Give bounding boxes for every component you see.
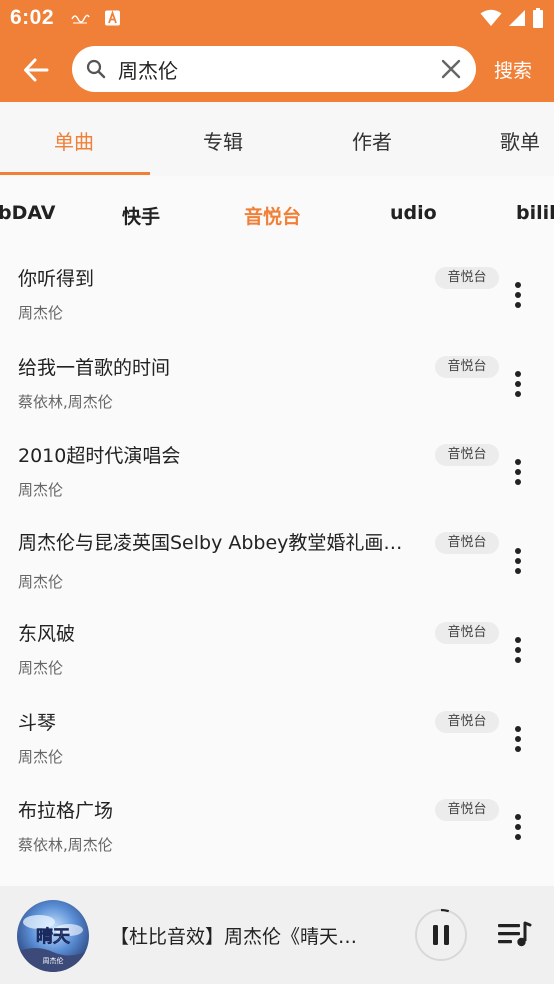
song-title: 你听得到 bbox=[18, 268, 95, 290]
song-row[interactable]: 斗琴 周杰伦 音悦台 bbox=[0, 696, 554, 784]
song-artist: 周杰伦 bbox=[18, 748, 64, 766]
song-artist: 蔡依林,周杰伦 bbox=[18, 836, 113, 854]
app-window: 6:02 周杰伦 搜索 单曲 专辑 作者 歌单 bDAV 快手 音悦台 udio… bbox=[0, 0, 554, 984]
playlist-icon[interactable] bbox=[496, 919, 532, 951]
album-art-title: 晴天 bbox=[36, 927, 71, 947]
pause-button[interactable] bbox=[414, 908, 468, 962]
source-tab-webdav[interactable]: bDAV bbox=[0, 202, 56, 224]
status-time: 6:02 bbox=[10, 6, 55, 29]
search-button[interactable]: 搜索 bbox=[494, 56, 532, 83]
playback-progress-ring bbox=[440, 908, 450, 913]
source-badge: 音悦台 bbox=[435, 267, 499, 289]
song-title: 东风破 bbox=[18, 623, 76, 645]
song-row[interactable]: 你听得到 周杰伦 音悦台 bbox=[0, 252, 554, 340]
source-tab-kuaishou[interactable]: 快手 bbox=[122, 202, 160, 229]
clear-search-icon[interactable] bbox=[440, 58, 462, 80]
song-row[interactable]: 东风破 周杰伦 音悦台 bbox=[0, 607, 554, 695]
app-notification-icon bbox=[71, 14, 90, 24]
active-tab-indicator bbox=[0, 172, 150, 175]
source-badge: 音悦台 bbox=[435, 532, 499, 554]
song-artist: 周杰伦 bbox=[18, 573, 64, 591]
more-options-icon[interactable] bbox=[506, 457, 530, 487]
song-row[interactable]: 布拉格广场 蔡依林,周杰伦 音悦台 bbox=[0, 784, 554, 872]
song-row[interactable]: 2010超时代演唱会 周杰伦 音悦台 bbox=[0, 429, 554, 517]
song-title: 周杰伦与昆凌英国Selby Abbey教堂婚礼画… bbox=[18, 532, 403, 554]
song-title: 斗琴 bbox=[18, 712, 57, 734]
album-art[interactable]: 晴天 周杰伦 bbox=[17, 900, 89, 972]
search-box[interactable] bbox=[72, 46, 476, 92]
song-row[interactable]: 周杰伦与昆凌英国Selby Abbey教堂婚礼画… 周杰伦 音悦台 bbox=[0, 518, 554, 606]
more-options-icon[interactable] bbox=[506, 369, 530, 399]
more-options-icon[interactable] bbox=[506, 812, 530, 842]
more-options-icon[interactable] bbox=[506, 724, 530, 754]
source-tab-yinyuetai[interactable]: 音悦台 bbox=[244, 202, 301, 229]
main-tabs: 单曲 专辑 作者 歌单 bbox=[0, 102, 554, 176]
source-badge: 音悦台 bbox=[435, 799, 499, 821]
header: 6:02 周杰伦 搜索 bbox=[0, 0, 554, 102]
more-options-icon[interactable] bbox=[506, 280, 530, 310]
song-artist: 周杰伦 bbox=[18, 304, 64, 322]
album-art-caption: 周杰伦 bbox=[43, 956, 64, 965]
status-bar: 6:02 bbox=[0, 0, 554, 36]
tab-playlists[interactable]: 歌单 bbox=[500, 126, 540, 155]
tab-singles[interactable]: 单曲 bbox=[54, 126, 94, 155]
more-options-icon[interactable] bbox=[506, 635, 530, 665]
source-tab-audio[interactable]: udio bbox=[390, 202, 437, 224]
album-art-image: 晴天 周杰伦 bbox=[17, 900, 89, 972]
source-badge: 音悦台 bbox=[435, 622, 499, 644]
song-artist: 蔡依林,周杰伦 bbox=[18, 393, 113, 411]
a-notification-icon bbox=[105, 10, 120, 26]
song-artist: 周杰伦 bbox=[18, 659, 64, 677]
signal-icon bbox=[509, 10, 525, 26]
source-tab-bilibili[interactable]: bilib bbox=[516, 202, 554, 224]
status-icons bbox=[480, 8, 544, 28]
song-row[interactable]: 给我一首歌的时间 蔡依林,周杰伦 音悦台 bbox=[0, 341, 554, 429]
song-title: 给我一首歌的时间 bbox=[18, 357, 171, 379]
song-title: 布拉格广场 bbox=[18, 800, 114, 822]
source-badge: 音悦台 bbox=[435, 444, 499, 466]
search-input[interactable] bbox=[118, 54, 428, 84]
pause-icon bbox=[433, 925, 438, 945]
source-tabs: bDAV 快手 音悦台 udio bilib bbox=[0, 176, 554, 252]
source-badge: 音悦台 bbox=[435, 356, 499, 378]
tab-albums[interactable]: 专辑 bbox=[203, 126, 243, 155]
now-playing-title[interactable]: 【杜比音效】周杰伦《晴天… bbox=[110, 922, 380, 949]
song-artist: 周杰伦 bbox=[18, 481, 64, 499]
wifi-icon bbox=[480, 9, 502, 26]
back-button[interactable] bbox=[16, 50, 56, 90]
tab-artists[interactable]: 作者 bbox=[352, 126, 392, 155]
battery-icon bbox=[533, 8, 543, 28]
search-icon bbox=[86, 59, 106, 79]
mini-player[interactable]: 晴天 周杰伦 【杜比音效】周杰伦《晴天… bbox=[0, 886, 554, 984]
more-options-icon[interactable] bbox=[506, 546, 530, 576]
source-badge: 音悦台 bbox=[435, 711, 499, 733]
arrow-left-icon bbox=[24, 58, 49, 82]
song-title: 2010超时代演唱会 bbox=[18, 445, 181, 467]
